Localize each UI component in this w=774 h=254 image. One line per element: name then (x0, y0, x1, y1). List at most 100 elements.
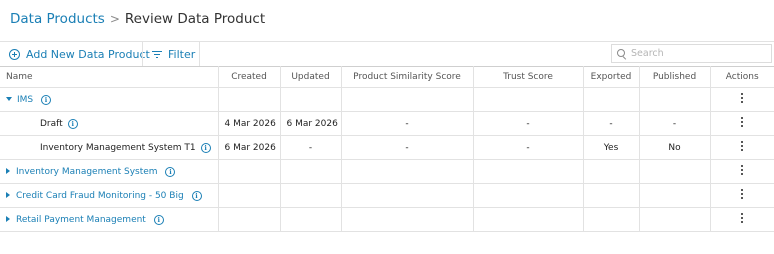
updated-cell: - (279, 135, 342, 160)
kebab-menu-icon[interactable] (740, 212, 744, 224)
add-new-data-product-label: Add New Data Product (26, 47, 150, 61)
table-row[interactable]: Draft i 4 Mar 2026 6 Mar 2026 - - - - (0, 111, 774, 136)
similarity-cell (340, 207, 474, 232)
kebab-menu-icon[interactable] (740, 92, 744, 104)
group-name-cell: Retail Payment Management i (0, 207, 219, 232)
caret-right-icon (6, 167, 10, 174)
breadcrumb-data-products-link[interactable]: Data Products (10, 11, 105, 27)
trust-cell (472, 207, 584, 232)
exported-cell (582, 207, 640, 232)
kebab-menu-icon[interactable] (740, 116, 744, 128)
actions-cell (709, 207, 774, 232)
actions-cell (709, 111, 774, 136)
group-name-cell: Credit Card Fraud Monitoring - 50 Big i (0, 183, 219, 208)
trust-cell (472, 183, 584, 208)
similarity-cell: - (340, 135, 474, 160)
caret-right-icon (6, 191, 10, 198)
similarity-cell (340, 183, 474, 208)
column-header-actions: Actions (709, 66, 774, 88)
published-cell (638, 183, 711, 208)
column-header-exported[interactable]: Exported (582, 66, 640, 88)
created-cell (217, 207, 281, 232)
group-name: Credit Card Fraud Monitoring - 50 Big (16, 190, 184, 201)
plus-circle-icon (9, 48, 20, 60)
table-header-row: Name Created Updated Product Similarity … (0, 66, 774, 88)
similarity-cell: - (340, 111, 474, 136)
table-row-group-ims: IMS i (0, 87, 774, 112)
product-name-cell: Inventory Management System T1 i (0, 135, 219, 160)
product-name-cell: Draft i (0, 111, 219, 136)
filter-icon (152, 50, 162, 58)
created-cell: 6 Mar 2026 (217, 135, 281, 160)
product-name: Inventory Management System T1 (40, 142, 196, 153)
info-icon[interactable]: i (165, 166, 176, 177)
breadcrumb-current: Review Data Product (124, 11, 266, 27)
column-header-updated[interactable]: Updated (279, 66, 342, 88)
kebab-menu-icon[interactable] (740, 140, 744, 152)
trust-cell (472, 87, 584, 112)
add-new-data-product-button[interactable]: Add New Data Product (9, 42, 150, 66)
created-cell: 4 Mar 2026 (217, 111, 281, 136)
trust-cell (472, 159, 584, 184)
group-toggle-ims[interactable]: IMS (6, 95, 36, 105)
group-name-cell: Inventory Management System i (0, 159, 219, 184)
search-icon (617, 48, 627, 59)
trust-cell: - (472, 111, 584, 136)
caret-right-icon (6, 215, 10, 222)
filter-button[interactable]: Filter (152, 42, 195, 66)
column-header-similarity-score[interactable]: Product Similarity Score (340, 66, 474, 88)
toolbar-divider (199, 42, 200, 66)
updated-cell (279, 207, 342, 232)
column-header-published[interactable]: Published (638, 66, 711, 88)
kebab-menu-icon[interactable] (740, 164, 744, 176)
info-icon[interactable]: i (67, 118, 78, 129)
updated-cell (279, 87, 342, 112)
exported-cell (582, 183, 640, 208)
caret-down-icon (6, 96, 12, 101)
breadcrumb-separator: > (109, 12, 120, 26)
search-box[interactable] (611, 44, 772, 63)
column-header-trust-score[interactable]: Trust Score (472, 66, 584, 88)
column-header-name[interactable]: Name (0, 66, 219, 88)
product-name: Draft (40, 118, 63, 129)
toolbar-divider (142, 42, 143, 66)
similarity-cell (340, 159, 474, 184)
actions-cell (709, 159, 774, 184)
table-row-group-retail-payment-management: Retail Payment Management i (0, 207, 774, 232)
info-icon[interactable]: i (191, 190, 202, 201)
table-row-group-credit-card-fraud-monitoring: Credit Card Fraud Monitoring - 50 Big i (0, 183, 774, 208)
info-icon[interactable]: i (200, 142, 211, 153)
breadcrumb: Data Products > Review Data Product (10, 9, 265, 29)
column-header-created[interactable]: Created (217, 66, 281, 88)
published-cell: No (638, 135, 711, 160)
exported-cell: Yes (582, 135, 640, 160)
published-cell (638, 87, 711, 112)
data-products-table: Name Created Updated Product Similarity … (0, 66, 774, 232)
kebab-menu-icon[interactable] (740, 188, 744, 200)
filter-label: Filter (168, 47, 196, 61)
published-cell: - (638, 111, 711, 136)
actions-cell (709, 183, 774, 208)
search-input[interactable] (631, 48, 761, 59)
created-cell (217, 183, 281, 208)
created-cell (217, 87, 281, 112)
published-cell (638, 207, 711, 232)
exported-cell: - (582, 111, 640, 136)
trust-cell: - (472, 135, 584, 160)
group-toggle-retail-payment-management[interactable]: Retail Payment Management (6, 215, 149, 225)
group-toggle-credit-card-fraud-monitoring[interactable]: Credit Card Fraud Monitoring - 50 Big (6, 191, 187, 201)
table-row[interactable]: Inventory Management System T1 i 6 Mar 20… (0, 135, 774, 160)
group-name: IMS (17, 94, 34, 105)
updated-cell (279, 159, 342, 184)
info-icon[interactable]: i (41, 94, 52, 105)
exported-cell (582, 87, 640, 112)
group-toggle-inventory-management-system[interactable]: Inventory Management System (6, 167, 160, 177)
info-icon[interactable]: i (153, 214, 164, 225)
group-name-cell: IMS i (0, 87, 219, 112)
updated-cell (279, 183, 342, 208)
similarity-cell (340, 87, 474, 112)
published-cell (638, 159, 711, 184)
updated-cell: 6 Mar 2026 (279, 111, 342, 136)
review-data-product-page: Data Products > Review Data Product Add … (0, 0, 774, 254)
exported-cell (582, 159, 640, 184)
